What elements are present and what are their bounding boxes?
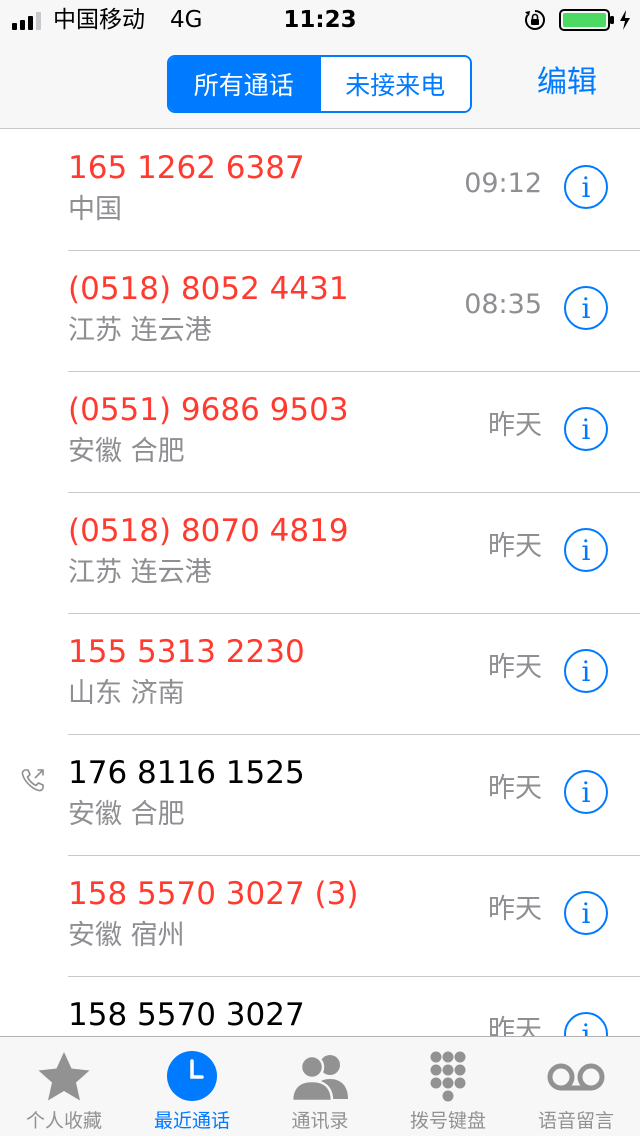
call-row[interactable]: 165 1262 6387 中国 09:12 i: [0, 130, 640, 251]
info-icon[interactable]: i: [564, 165, 608, 209]
keypad-icon: [430, 1051, 466, 1102]
tab-keypad[interactable]: 拨号键盘: [384, 1037, 512, 1136]
call-time: 08:35: [464, 289, 542, 320]
clock-icon: [167, 1051, 217, 1101]
call-time: 昨天: [488, 773, 542, 804]
tab-label: 拨号键盘: [409, 1110, 486, 1132]
outgoing-call-icon: [21, 769, 44, 792]
info-icon[interactable]: i: [564, 891, 608, 935]
tab-bar: 个人收藏 最近通话 通讯录 拨号键盘 语音留言: [0, 1036, 640, 1136]
tab-label: 通讯录: [291, 1110, 349, 1132]
call-location: 安徽 宿州: [68, 920, 185, 951]
status-bar: 中国移动 4G 11:23: [0, 0, 640, 40]
tab-recents[interactable]: 最近通话: [128, 1037, 256, 1136]
edit-button[interactable]: 编辑: [537, 62, 597, 104]
call-location: 中国: [68, 194, 122, 225]
tab-favorites[interactable]: 个人收藏: [0, 1037, 128, 1136]
info-icon[interactable]: i: [564, 528, 608, 572]
call-time: 昨天: [488, 410, 542, 441]
calls-filter-segmented-control: 所有通话 未接来电: [167, 55, 472, 113]
tab-label: 语音留言: [537, 1110, 614, 1132]
call-row[interactable]: (0518) 8070 4819 江苏 连云港 昨天 i: [0, 493, 640, 614]
call-number: 176 8116 1525: [68, 755, 305, 791]
call-row[interactable]: 158 5570 3027 (3) 安徽 宿州 昨天 i: [0, 856, 640, 977]
contacts-icon: [290, 1054, 348, 1103]
tab-voicemail[interactable]: 语音留言: [512, 1037, 640, 1136]
tab-label: 最近通话: [153, 1110, 230, 1132]
navigation-bar: 所有通话 未接来电 编辑: [0, 40, 640, 129]
call-number: 158 5570 3027: [68, 997, 305, 1033]
info-icon[interactable]: i: [564, 649, 608, 693]
call-time: 昨天: [488, 652, 542, 683]
call-location: 江苏 连云港: [68, 557, 212, 588]
rotation-lock-icon: [525, 10, 545, 30]
call-row[interactable]: 176 8116 1525 安徽 合肥 昨天 i: [0, 735, 640, 856]
recent-calls-list: 165 1262 6387 中国 09:12 i (0518) 8052 443…: [0, 130, 640, 1036]
call-row[interactable]: (0551) 9686 9503 安徽 合肥 昨天 i: [0, 372, 640, 493]
call-row[interactable]: (0518) 8052 4431 江苏 连云港 08:35 i: [0, 251, 640, 372]
call-time: 09:12: [464, 168, 542, 199]
info-icon[interactable]: i: [564, 286, 608, 330]
call-number: (0518) 8052 4431: [68, 271, 349, 307]
call-location: 安徽 合肥: [68, 799, 185, 830]
call-time: 昨天: [488, 894, 542, 925]
segment-missed-calls[interactable]: 未接来电: [318, 57, 470, 111]
call-row[interactable]: 158 5570 3027 昨天 i: [0, 977, 640, 1036]
voicemail-icon: [547, 1063, 605, 1091]
info-icon[interactable]: i: [564, 1012, 608, 1036]
tab-contacts[interactable]: 通讯录: [256, 1037, 384, 1136]
call-time: 昨天: [488, 1015, 542, 1036]
star-icon: [38, 1052, 90, 1101]
charging-bolt-icon: [620, 10, 630, 30]
segment-all-calls[interactable]: 所有通话: [169, 57, 319, 111]
call-number: (0551) 9686 9503: [68, 392, 349, 428]
tab-label: 个人收藏: [25, 1110, 102, 1132]
info-icon[interactable]: i: [564, 770, 608, 814]
call-number: 158 5570 3027 (3): [68, 876, 359, 912]
call-number: 165 1262 6387: [68, 150, 305, 186]
call-location: 山东 济南: [68, 678, 185, 709]
call-time: 昨天: [488, 531, 542, 562]
call-row[interactable]: 155 5313 2230 山东 济南 昨天 i: [0, 614, 640, 735]
battery-icon: [559, 9, 614, 31]
info-icon[interactable]: i: [564, 407, 608, 451]
call-number: 155 5313 2230: [68, 634, 305, 670]
call-location: 江苏 连云港: [68, 315, 212, 346]
call-number: (0518) 8070 4819: [68, 513, 349, 549]
call-location: 安徽 合肥: [68, 436, 185, 467]
